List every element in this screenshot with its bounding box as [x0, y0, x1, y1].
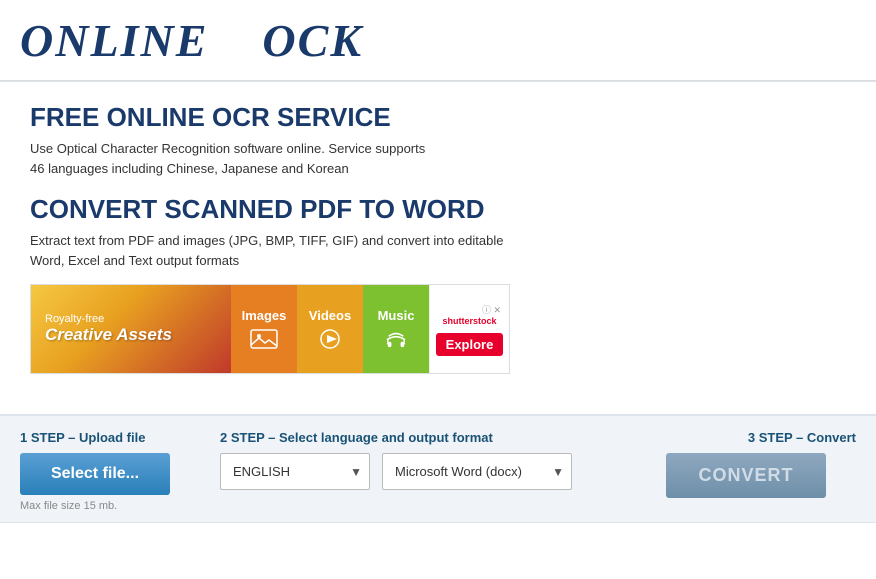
ad-creative-text: Creative Assets — [45, 325, 217, 345]
service-desc: Use Optical Character Recognition softwa… — [30, 139, 846, 178]
shutterstock-logo: shutterstock — [442, 316, 496, 327]
convert-button[interactable]: CONVERT — [666, 453, 826, 498]
ad-music-category[interactable]: Music — [363, 285, 429, 373]
convert-desc-line2: Word, Excel and Text output formats — [30, 253, 239, 268]
step3-label: 3 STEP – Convert — [666, 430, 856, 445]
logo: ONLINE OCK — [20, 10, 856, 70]
step-1: 1 STEP – Upload file Select file... Max … — [20, 430, 200, 522]
language-select[interactable]: ENGLISHFRENCHGERMANSPANISHCHINESEJAPANES… — [220, 453, 370, 490]
videos-icon — [314, 327, 346, 351]
format-select[interactable]: Microsoft Word (docx)Microsoft Excel (xl… — [382, 453, 572, 490]
convert-title: CONVERT SCANNED PDF TO WORD — [30, 194, 846, 225]
ad-royalty-text: Royalty-free — [45, 313, 217, 325]
images-icon — [248, 327, 280, 351]
step2-label: 2 STEP – Select language and output form… — [220, 430, 666, 445]
main-content: FREE ONLINE OCR SERVICE Use Optical Char… — [0, 82, 876, 414]
convert-desc: Extract text from PDF and images (JPG, B… — [30, 231, 846, 270]
ad-images-category[interactable]: Images — [231, 285, 297, 373]
format-select-wrapper: Microsoft Word (docx)Microsoft Excel (xl… — [382, 453, 572, 490]
ad-images-label: Images — [242, 308, 287, 323]
steps-bar: 1 STEP – Upload file Select file... Max … — [0, 415, 876, 523]
step-2: 2 STEP – Select language and output form… — [200, 430, 666, 508]
ad-explore-btn[interactable]: Explore — [436, 333, 504, 356]
service-desc-line1: Use Optical Character Recognition softwa… — [30, 141, 425, 156]
ad-videos-label: Videos — [309, 308, 351, 323]
header: ONLINE OCK — [0, 0, 876, 81]
file-size-note: Max file size 15 mb. — [20, 500, 200, 522]
ad-banner: Royalty-free Creative Assets Images Vide… — [30, 284, 510, 374]
ad-left-panel: Royalty-free Creative Assets — [31, 285, 231, 373]
step2-content: ENGLISHFRENCHGERMANSPANISHCHINESEJAPANES… — [220, 453, 666, 508]
ad-videos-category[interactable]: Videos — [297, 285, 363, 373]
music-icon — [380, 327, 412, 351]
service-title: FREE ONLINE OCR SERVICE — [30, 102, 846, 133]
ad-shutterstock[interactable]: ⓘ ✕ shutterstock Explore — [429, 285, 509, 373]
select-file-button[interactable]: Select file... — [20, 453, 170, 495]
ad-music-label: Music — [378, 308, 415, 323]
step-3: 3 STEP – Convert CONVERT — [666, 430, 856, 498]
language-select-wrapper: ENGLISHFRENCHGERMANSPANISHCHINESEJAPANES… — [220, 453, 370, 490]
service-desc-line2: 46 languages including Chinese, Japanese… — [30, 161, 349, 176]
convert-desc-line1: Extract text from PDF and images (JPG, B… — [30, 233, 503, 248]
logo-text: ONLINE OCK — [20, 13, 363, 68]
step1-label: 1 STEP – Upload file — [20, 430, 200, 445]
